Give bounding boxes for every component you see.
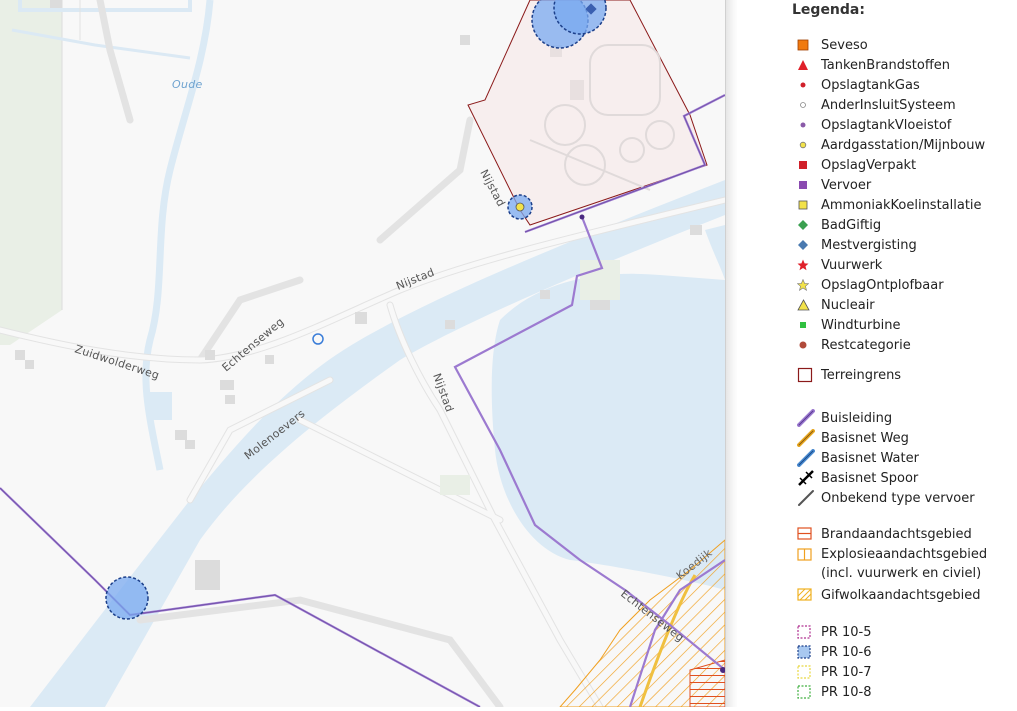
yellow-triangle-icon <box>797 296 821 314</box>
legend-label: Vuurwerk <box>821 257 883 273</box>
legend-item-onbekend: Onbekend type vervoer <box>797 489 975 507</box>
legend-label: PR 10-7 <box>821 664 872 680</box>
legend-item-brand: Brandaandachtsgebied <box>797 525 972 543</box>
legend-label: Basisnet Spoor <box>821 470 919 486</box>
legend-label: OpslagtankGas <box>821 77 920 93</box>
legend-label: Basisnet Water <box>821 450 919 466</box>
legend-label: Brandaandachtsgebied <box>821 526 972 542</box>
legend-label: AnderInsluitSysteem <box>821 97 956 113</box>
legend-label: Vervoer <box>821 177 872 193</box>
legend-item-water: Basisnet Water <box>797 449 919 467</box>
toxic-zone-icon <box>797 586 821 604</box>
legend-label: TankenBrandstoffen <box>821 57 951 73</box>
orange-square-icon <box>797 36 821 54</box>
legend-label: Seveso <box>821 37 868 53</box>
legend-label: Restcategorie <box>821 337 911 353</box>
legend-item-buis: Buisleiding <box>797 409 892 427</box>
legend-label: Buisleiding <box>821 410 893 426</box>
legend-item-pr8: PR 10-8 <box>797 683 872 701</box>
legend-item-weg: Basisnet Weg <box>797 429 909 447</box>
legend-label: PR 10-6 <box>821 644 872 660</box>
legend-title: Legenda: <box>792 2 865 18</box>
red-triangle-icon <box>797 56 821 74</box>
legend-label: OpslagVerpakt <box>821 157 917 173</box>
legend-item-badgiftig: BadGiftig <box>797 216 881 234</box>
legend-label-sub: (incl. vuurwerk en civiel) <box>821 566 982 581</box>
legend-label: Explosieaandachtsgebied <box>821 547 988 562</box>
legend-item-spoor: Basisnet Spoor <box>797 469 918 487</box>
rail-line-icon <box>797 469 821 487</box>
legend-item-pr6: PR 10-6 <box>797 643 872 661</box>
legend-item-gifwolk: Gifwolkaandachtsgebied <box>797 586 981 604</box>
purple-square-icon <box>797 176 821 194</box>
green-square-icon <box>797 316 821 334</box>
pr-10-7-icon <box>797 663 821 681</box>
pr-10-5-icon <box>797 623 821 641</box>
legend-item-opslag-gas: OpslagtankGas <box>797 76 920 94</box>
legend-label: Onbekend type vervoer <box>821 490 975 506</box>
red-dot-icon <box>797 76 821 94</box>
terrain-border-icon <box>797 366 821 384</box>
purple-dot-icon <box>797 116 821 134</box>
brown-dot-icon <box>797 336 821 354</box>
legend-item-aardgas: Aardgasstation/Mijnbouw <box>797 136 985 154</box>
fire-zone-icon <box>797 525 821 543</box>
pr-10-6-icon <box>797 643 821 661</box>
green-diamond-icon <box>797 216 821 234</box>
red-star-icon <box>797 256 821 274</box>
legend-panel: Legenda: Seveso TankenBrandstoffen Opsla… <box>737 0 1017 707</box>
legend-item-verpakt: OpslagVerpakt <box>797 156 916 174</box>
pr-10-8-icon <box>797 683 821 701</box>
white-dot-icon <box>797 96 821 114</box>
map-view[interactable]: Nijstad Nijstad Nijstad Echtenseweg Echt… <box>0 0 729 711</box>
legend-item-ontplof: OpslagOntplofbaar <box>797 276 944 294</box>
legend-item-seveso: Seveso <box>797 36 868 54</box>
legend-label: Basisnet Weg <box>821 430 909 446</box>
legend-label: AmmoniakKoelinstallatie <box>821 197 982 213</box>
legend-item-mest: Mestvergisting <box>797 236 917 254</box>
legend-item-wind: Windturbine <box>797 316 900 334</box>
map-canvas[interactable]: Nijstad Nijstad Nijstad Echtenseweg Echt… <box>0 0 729 711</box>
legend-item-ander: AnderInsluitSysteem <box>797 96 956 114</box>
legend-item-ammoniak: AmmoniakKoelinstallatie <box>797 196 982 214</box>
water-line-icon <box>797 449 821 467</box>
legend-item-vloeistof: OpslagtankVloeistof <box>797 116 951 134</box>
legend-item-rest: Restcategorie <box>797 336 911 354</box>
legend-item-explosie: Explosieaandachtsgebied (incl. vuurwerk e… <box>797 545 987 583</box>
legend-label: Gifwolkaandachtsgebied <box>821 587 981 603</box>
legend-label: OpslagtankVloeistof <box>821 117 952 133</box>
legend-label: PR 10-5 <box>821 624 872 640</box>
legend-item-vervoer: Vervoer <box>797 176 871 194</box>
legend-item-pr7: PR 10-7 <box>797 663 872 681</box>
legend-label: Nucleair <box>821 297 875 313</box>
yellow-dot-icon <box>797 136 821 154</box>
blue-diamond-icon <box>797 236 821 254</box>
legend-label: Terreingrens <box>821 367 902 383</box>
green-field <box>0 0 62 345</box>
legend-item-tanken: TankenBrandstoffen <box>797 56 950 74</box>
legend-item-vuurwerk: Vuurwerk <box>797 256 882 274</box>
unknown-line-icon <box>797 489 821 507</box>
red-square-icon <box>797 156 821 174</box>
legend-label: Aardgasstation/Mijnbouw <box>821 137 986 153</box>
legend-label: OpslagOntplofbaar <box>821 277 944 293</box>
legend-item-pr5: PR 10-5 <box>797 623 872 641</box>
legend-label: PR 10-8 <box>821 684 872 700</box>
legend-item-nucleair: Nucleair <box>797 296 875 314</box>
legend-label: BadGiftig <box>821 217 882 233</box>
legend-label: Windturbine <box>821 317 901 333</box>
pipeline-line-icon <box>797 409 821 427</box>
yellow-square-icon <box>797 196 821 214</box>
legend-item-terrein: Terreingrens <box>797 366 901 384</box>
legend-label: Mestvergisting <box>821 237 917 253</box>
road-label-oude: Oude <box>172 78 203 91</box>
yellow-star-icon <box>797 276 821 294</box>
explosion-zone-icon <box>797 546 821 564</box>
road-line-icon <box>797 429 821 447</box>
